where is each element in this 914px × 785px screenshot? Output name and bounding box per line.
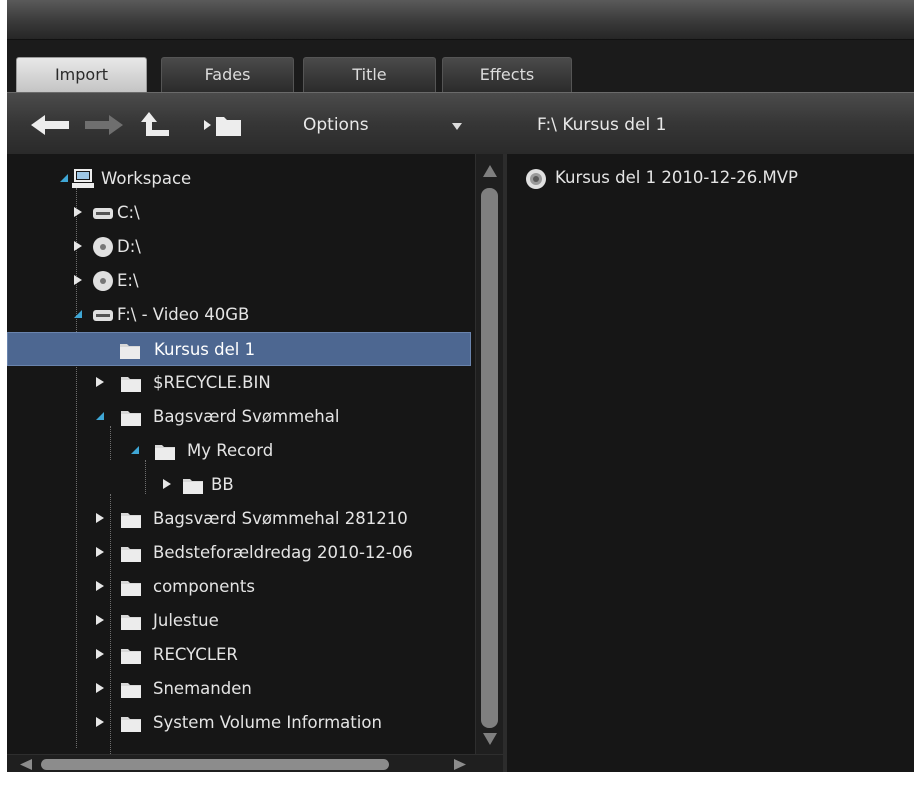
app-window: Import Fades Title Effects Options F:\ K… xyxy=(0,0,914,785)
expanded-arrow-icon[interactable] xyxy=(73,309,83,319)
tree-item-label: Bagsværd Svømmehal 281210 xyxy=(153,509,408,528)
tree-item-workspace[interactable]: Workspace xyxy=(7,162,475,196)
collapsed-arrow-icon[interactable] xyxy=(95,547,105,557)
tree-item-label: components xyxy=(153,577,255,596)
collapsed-arrow-icon[interactable] xyxy=(95,717,105,727)
project-disc-icon xyxy=(526,169,546,189)
tree-vertical-scrollbar[interactable] xyxy=(475,154,503,754)
tree-item-components[interactable]: components xyxy=(7,570,475,604)
collapsed-arrow-icon[interactable] xyxy=(95,513,105,523)
tab-fades[interactable]: Fades xyxy=(161,57,294,92)
scroll-down-icon[interactable] xyxy=(482,732,498,746)
tree-item-e-drive[interactable]: E:\ xyxy=(7,264,475,298)
tree-item-label: RECYCLER xyxy=(153,645,238,664)
tree-horizontal-scrollbar[interactable] xyxy=(7,754,503,772)
file-item[interactable]: Kursus del 1 2010-12-26.MVP xyxy=(525,166,905,192)
tree-item-my-record[interactable]: My Record xyxy=(7,434,475,468)
title-bar xyxy=(7,0,914,40)
tree-item-label: Kursus del 1 xyxy=(154,340,256,359)
tree-item-d-drive[interactable]: D:\ xyxy=(7,230,475,264)
tree-item-f-drive[interactable]: F:\ - Video 40GB xyxy=(7,298,475,332)
folder-icon xyxy=(121,547,141,562)
collapsed-arrow-icon[interactable] xyxy=(95,615,105,625)
tree-item-snemanden[interactable]: Snemanden xyxy=(7,672,475,706)
tree-item-system-volume-information[interactable]: System Volume Information xyxy=(7,706,475,740)
tree-item-label: $RECYCLE.BIN xyxy=(153,373,271,392)
folder-icon xyxy=(121,615,141,630)
folder-icon xyxy=(121,411,141,426)
tree-item-label: My Record xyxy=(187,441,274,460)
tree-item-recycler[interactable]: RECYCLER xyxy=(7,638,475,672)
collapsed-arrow-icon[interactable] xyxy=(73,207,83,217)
folder-icon xyxy=(155,445,175,460)
tree-item-label: BB xyxy=(211,475,234,494)
tab-title[interactable]: Title xyxy=(303,57,436,92)
collapsed-arrow-icon[interactable] xyxy=(95,649,105,659)
expanded-arrow-icon[interactable] xyxy=(95,411,105,421)
file-list[interactable]: Kursus del 1 2010-12-26.MVP xyxy=(507,154,914,772)
folder-tree[interactable]: Workspace C:\ D:\ E:\ F:\ - Video 40GB K… xyxy=(7,154,475,754)
folder-icon xyxy=(121,581,141,596)
tree-item-label: Workspace xyxy=(101,169,192,188)
current-path: F:\ Kursus del 1 xyxy=(537,115,667,135)
hard-drive-icon xyxy=(93,208,113,219)
tree-item-label: Bedsteforældredag 2010-12-06 xyxy=(153,543,413,562)
tree-item-bedsteforaeldredag[interactable]: Bedsteforældredag 2010-12-06 xyxy=(7,536,475,570)
file-item-label: Kursus del 1 2010-12-26.MVP xyxy=(555,168,798,187)
folder-icon xyxy=(121,717,141,732)
folder-icon xyxy=(120,344,140,359)
tree-item-kursus-del-1[interactable]: Kursus del 1 xyxy=(7,332,471,366)
folder-icon xyxy=(121,683,141,698)
folder-icon xyxy=(121,377,141,392)
tree-item-label: Snemanden xyxy=(153,679,252,698)
tree-item-label: C:\ xyxy=(117,203,140,222)
horizontal-scroll-thumb[interactable] xyxy=(41,759,389,770)
arrow-right-icon[interactable] xyxy=(81,113,125,137)
tree-item-bagsvaerd-svoemmehal[interactable]: Bagsværd Svømmehal xyxy=(7,400,475,434)
expanded-arrow-icon[interactable] xyxy=(130,445,140,455)
collapsed-arrow-icon[interactable] xyxy=(95,683,105,693)
tree-item-label: Bagsværd Svømmehal xyxy=(153,407,340,426)
folder-icon xyxy=(121,513,141,528)
hard-drive-icon xyxy=(93,310,113,321)
collapsed-arrow-icon[interactable] xyxy=(73,275,83,285)
tree-item-recycle-bin[interactable]: $RECYCLE.BIN xyxy=(7,366,475,400)
scroll-up-icon[interactable] xyxy=(482,164,498,178)
tree-item-bb[interactable]: BB xyxy=(7,468,475,502)
scroll-left-icon[interactable] xyxy=(19,758,33,771)
tree-item-label: E:\ xyxy=(117,271,139,290)
tree-item-label: D:\ xyxy=(117,237,141,256)
media-pool-panel: Import Fades Title Effects Options F:\ K… xyxy=(7,0,914,772)
tree-item-julestue[interactable]: Julestue xyxy=(7,604,475,638)
browser-toolbar: Options F:\ Kursus del 1 xyxy=(7,92,914,154)
open-folder-icon[interactable] xyxy=(202,112,244,138)
tab-strip: Import Fades Title Effects xyxy=(7,40,914,92)
disc-icon xyxy=(93,237,113,257)
tab-import[interactable]: Import xyxy=(16,57,147,92)
collapsed-arrow-icon[interactable] xyxy=(95,377,105,387)
options-menu[interactable]: Options xyxy=(303,115,369,135)
tree-item-bagsvaerd-281210[interactable]: Bagsværd Svømmehal 281210 xyxy=(7,502,475,536)
tree-item-label: F:\ - Video 40GB xyxy=(117,305,250,324)
disc-icon xyxy=(93,271,113,291)
tree-item-label: Julestue xyxy=(153,611,219,630)
tree-item-c-drive[interactable]: C:\ xyxy=(7,196,475,230)
vertical-scroll-thumb[interactable] xyxy=(481,188,498,728)
expanded-arrow-icon[interactable] xyxy=(59,173,69,183)
collapsed-arrow-icon[interactable] xyxy=(73,241,83,251)
computer-icon xyxy=(72,169,94,188)
collapsed-arrow-icon[interactable] xyxy=(95,581,105,591)
folder-icon xyxy=(121,649,141,664)
folder-up-icon[interactable] xyxy=(139,110,171,138)
scroll-right-icon[interactable] xyxy=(453,758,467,771)
tree-item-label: System Volume Information xyxy=(153,713,382,732)
chevron-down-icon[interactable] xyxy=(452,123,462,131)
collapsed-arrow-icon[interactable] xyxy=(162,479,172,489)
arrow-left-icon[interactable] xyxy=(29,113,75,137)
tab-effects[interactable]: Effects xyxy=(442,57,572,92)
folder-icon xyxy=(183,479,203,494)
